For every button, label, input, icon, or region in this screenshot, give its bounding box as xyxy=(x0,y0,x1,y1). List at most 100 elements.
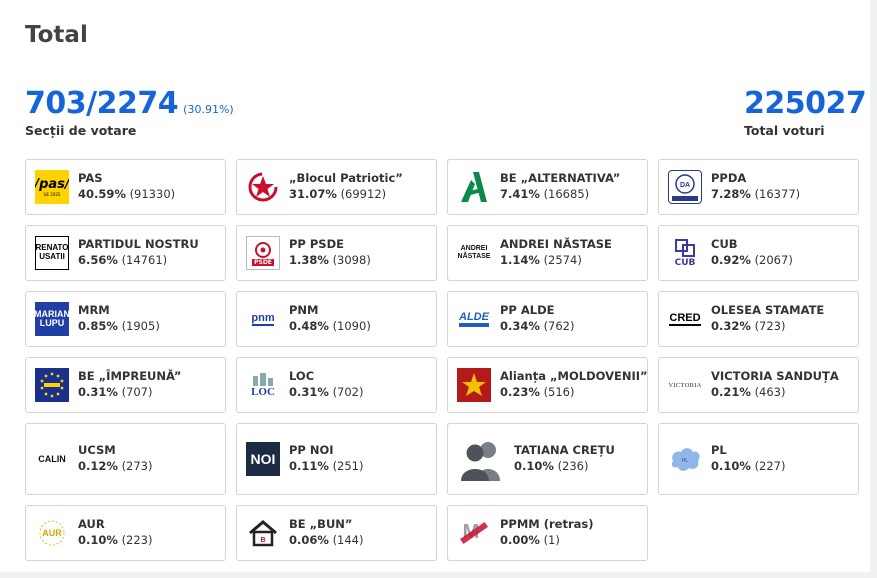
party-name: ANDREI NĂSTASE xyxy=(500,237,612,252)
party-card[interactable]: DA PPDA 7.28% (16377) xyxy=(658,159,859,215)
party-name: OLESEA STAMATE xyxy=(711,303,825,318)
party-votes: (227) xyxy=(754,459,786,473)
party-card[interactable]: Alianța „MOLDOVENII” 0.23% (516) xyxy=(447,357,648,413)
party-percent: 0.92% xyxy=(711,253,751,267)
party-card[interactable]: ALDE PP ALDE 0.34% (762) xyxy=(447,291,648,347)
party-votes: (3098) xyxy=(332,253,371,267)
party-votes: (723) xyxy=(754,319,786,333)
party-name: „Blocul Patriotic” xyxy=(289,171,403,186)
party-percent: 0.06% xyxy=(289,533,329,547)
party-votes: (14761) xyxy=(121,253,168,267)
party-percent: 0.31% xyxy=(78,385,118,399)
party-percent: 1.14% xyxy=(500,253,540,267)
party-percent: 40.59% xyxy=(78,187,126,201)
party-percent: 0.31% xyxy=(289,385,329,399)
party-percent: 0.10% xyxy=(711,459,751,473)
party-name: VICTORIA SANDUȚA xyxy=(711,369,839,384)
party-card[interactable]: pnm PNM 0.48% (1090) xyxy=(236,291,437,347)
party-percent: 0.85% xyxy=(78,319,118,333)
calin-logo: CALIN xyxy=(38,454,66,464)
party-votes: (69912) xyxy=(340,187,387,201)
party-card[interactable]: B BE „BUN” 0.06% (144) xyxy=(236,505,437,561)
party-percent: 0.10% xyxy=(514,459,554,473)
party-votes: (251) xyxy=(332,459,364,473)
aur-logo: AUR xyxy=(35,516,69,550)
pnm-logo: pnm xyxy=(251,312,275,326)
cub-logo: CUB xyxy=(668,236,702,270)
alternativa-logo xyxy=(457,170,491,204)
impreuna-logo xyxy=(35,368,69,402)
party-card[interactable]: „Blocul Patriotic” 31.07% (69912) xyxy=(236,159,437,215)
party-card[interactable]: MARIAN LUPU MRM 0.85% (1905) xyxy=(25,291,226,347)
party-name: BE „ALTERNATIVA” xyxy=(500,171,621,186)
victoria-logo: VICTORIA xyxy=(668,381,702,389)
party-percent: 0.34% xyxy=(500,319,540,333)
party-card[interactable]: CALIN UCSM 0.12% (273) xyxy=(25,423,226,495)
party-percent: 0.11% xyxy=(289,459,329,473)
party-card[interactable]: VICTORIA VICTORIA SANDUȚA 0.21% (463) xyxy=(658,357,859,413)
party-percent: 6.56% xyxy=(78,253,118,267)
noi-logo: NOI xyxy=(246,442,280,476)
party-card[interactable]: BE „ALTERNATIVA” 7.41% (16685) xyxy=(447,159,648,215)
party-votes: (1090) xyxy=(332,319,371,333)
party-card[interactable]: RENATO USATII PARTIDUL NOSTRU 6.56% (147… xyxy=(25,225,226,281)
party-votes: (223) xyxy=(121,533,153,547)
party-votes: (702) xyxy=(332,385,364,399)
party-card[interactable]: BE „ÎMPREUNĂ” 0.31% (707) xyxy=(25,357,226,413)
party-card[interactable]: ANDREI NĂSTASE ANDREI NĂSTASE 1.14% (257… xyxy=(447,225,648,281)
party-percent: 0.32% xyxy=(711,319,751,333)
stations-label: Secții de votare xyxy=(25,123,137,138)
party-votes: (516) xyxy=(543,385,575,399)
svg-text:B: B xyxy=(260,537,265,544)
party-card[interactable]: /pas/ UE 2025 PAS 40.59% (91330) xyxy=(25,159,226,215)
party-name: BE „ÎMPREUNĂ” xyxy=(78,369,182,384)
party-percent: 0.00% xyxy=(500,533,540,547)
party-card[interactable]: NOI PP NOI 0.11% (251) xyxy=(236,423,437,495)
andrei-nastase-logo: ANDREI NĂSTASE xyxy=(457,244,491,260)
total-votes-count: 225027 xyxy=(744,86,867,121)
results-panel: Total 703/2274 (30.91%) Secții de votare… xyxy=(0,0,870,572)
party-votes: (236) xyxy=(557,459,589,473)
party-percent: 1.38% xyxy=(289,253,329,267)
party-votes: (273) xyxy=(121,459,153,473)
page-title: Total xyxy=(25,22,88,48)
party-votes: (91330) xyxy=(129,187,176,201)
party-votes: (16685) xyxy=(543,187,590,201)
party-name: PNM xyxy=(289,303,319,318)
polling-stations-stat: 703/2274 (30.91%) Secții de votare xyxy=(25,86,234,138)
marian-lupu-logo: MARIAN LUPU xyxy=(35,302,69,336)
party-name: PP PSDE xyxy=(289,237,344,252)
party-name: PPDA xyxy=(711,171,747,186)
total-votes-label: Total voturi xyxy=(744,123,825,138)
party-card[interactable]: PL PL 0.10% (227) xyxy=(658,423,859,495)
party-name: LOC xyxy=(289,369,315,384)
party-results-grid: /pas/ UE 2025 PAS 40.59% (91330) „Blocul… xyxy=(25,159,859,561)
party-name: PAS xyxy=(78,171,103,186)
party-name: CUB xyxy=(711,237,738,252)
ppmm-logo: M xyxy=(457,516,491,550)
party-votes: (2574) xyxy=(543,253,582,267)
party-name: PP ALDE xyxy=(500,303,555,318)
party-votes: (16377) xyxy=(754,187,801,201)
svg-text:DA: DA xyxy=(680,182,690,189)
party-name: MRM xyxy=(78,303,110,318)
alde-logo: ALDE xyxy=(457,302,491,336)
party-card[interactable]: PSDE PP PSDE 1.38% (3098) xyxy=(236,225,437,281)
party-card[interactable]: AUR AUR 0.10% (223) xyxy=(25,505,226,561)
pas-logo: /pas/ UE 2025 xyxy=(35,170,69,204)
party-percent: 0.12% xyxy=(78,459,118,473)
party-card[interactable]: CUB CUB 0.92% (2067) xyxy=(658,225,859,281)
party-card[interactable]: M PPMM (retras) 0.00% (1) xyxy=(447,505,648,561)
party-card[interactable]: LOC LOC 0.31% (702) xyxy=(236,357,437,413)
ppda-logo: DA xyxy=(668,170,702,204)
party-votes: (2067) xyxy=(754,253,793,267)
svg-text:AUR: AUR xyxy=(42,528,62,538)
red-star-logo xyxy=(246,170,280,204)
party-card[interactable]: CRED OLESEA STAMATE 0.32% (723) xyxy=(658,291,859,347)
persons-icon xyxy=(457,435,505,483)
psde-logo: PSDE xyxy=(246,236,280,270)
pl-logo: PL xyxy=(668,442,702,476)
party-card[interactable]: TATIANA CREȚU 0.10% (236) xyxy=(447,423,648,495)
party-percent: 0.48% xyxy=(289,319,329,333)
party-name: BE „BUN” xyxy=(289,517,353,532)
